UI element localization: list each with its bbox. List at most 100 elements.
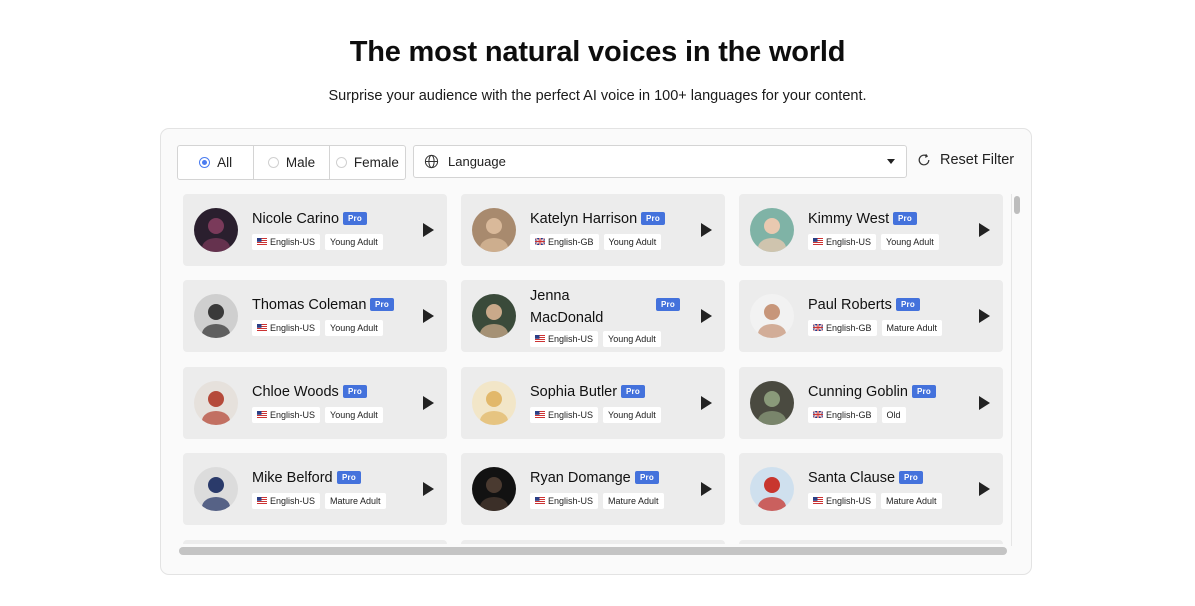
voice-name: Thomas Coleman	[252, 297, 367, 313]
avatar-head	[486, 477, 502, 493]
age-tag: Mature Adult	[881, 493, 942, 509]
avatar	[194, 294, 238, 338]
language-tag-label: English-US	[826, 237, 872, 247]
play-icon[interactable]	[423, 309, 434, 323]
avatar-head	[486, 218, 502, 234]
age-tag: Mature Adult	[881, 320, 943, 336]
us-flag-icon	[813, 234, 823, 250]
gender-option-all[interactable]: All	[178, 146, 253, 179]
voice-card[interactable]: Chloe Woods Pro English-US Young Adult	[183, 367, 447, 439]
gender-option-label: All	[217, 155, 233, 170]
gender-option-male[interactable]: Male	[253, 146, 328, 179]
voice-name: Sophia Butler	[530, 384, 618, 400]
language-tag-label: English-US	[270, 496, 316, 506]
avatar	[750, 381, 794, 425]
voice-card[interactable]: Sophia Butler Pro English-US Young Adult	[461, 367, 725, 439]
voice-card[interactable]: Paul Roberts Pro English-GB Mature Adult	[739, 280, 1003, 352]
pro-badge: Pro	[635, 471, 659, 484]
us-flag-icon	[813, 493, 823, 509]
avatar	[472, 467, 516, 511]
voice-card-partial[interactable]	[461, 540, 725, 544]
us-flag-icon	[257, 234, 267, 250]
pro-badge: Pro	[343, 212, 367, 225]
us-flag-icon	[535, 493, 545, 509]
voice-tags: English-US Young Adult	[530, 407, 661, 423]
play-icon[interactable]	[423, 396, 434, 410]
vertical-scroll-thumb[interactable]	[1014, 196, 1020, 214]
voice-card[interactable]: Mike Belford Pro English-US Mature Adult	[183, 453, 447, 525]
play-icon[interactable]	[423, 482, 434, 496]
play-icon[interactable]	[701, 482, 712, 496]
voice-tags: English-GB Old	[808, 407, 906, 423]
gb-flag-icon	[535, 234, 545, 250]
voice-card[interactable]: Kimmy West Pro English-US Young Adult	[739, 194, 1003, 266]
voice-name: Paul Roberts	[808, 297, 892, 313]
reset-filter-button[interactable]: Reset Filter	[917, 152, 1014, 168]
voice-card[interactable]: Santa Clause Pro English-US Mature Adult	[739, 453, 1003, 525]
voice-tags: English-US Mature Adult	[808, 493, 942, 509]
voice-tags: English-US Young Adult	[252, 407, 383, 423]
avatar-head	[208, 477, 224, 493]
voice-name: Santa Clause	[808, 470, 896, 486]
play-icon[interactable]	[701, 309, 712, 323]
gender-filter: All Male Female	[177, 145, 406, 180]
pro-badge: Pro	[893, 212, 917, 225]
age-tag: Young Adult	[603, 331, 661, 347]
avatar-head	[486, 304, 502, 320]
language-select[interactable]: Language	[413, 145, 907, 178]
play-icon[interactable]	[979, 223, 990, 237]
play-icon[interactable]	[979, 396, 990, 410]
play-icon[interactable]	[701, 223, 712, 237]
voice-name: Nicole Carino	[252, 211, 340, 227]
voice-name: Ryan Domange	[530, 470, 631, 486]
avatar	[194, 208, 238, 252]
radio-all[interactable]	[199, 157, 211, 168]
us-flag-icon	[257, 493, 267, 509]
horizontal-scrollbar[interactable]	[179, 547, 1007, 555]
avatar	[472, 208, 516, 252]
language-tag: English-US	[252, 493, 321, 509]
gender-option-female[interactable]: Female	[328, 146, 405, 179]
play-icon[interactable]	[423, 223, 434, 237]
age-tag: Old	[881, 407, 906, 423]
age-tag: Young Adult	[325, 320, 383, 336]
age-tag: Mature Adult	[603, 493, 664, 509]
horizontal-scroll-thumb[interactable]	[179, 547, 1007, 555]
voice-tags: English-US Young Adult	[808, 234, 939, 250]
play-icon[interactable]	[979, 482, 990, 496]
vertical-scrollbar[interactable]	[1011, 194, 1020, 546]
pro-badge: Pro	[896, 298, 920, 311]
language-tag: English-GB	[530, 234, 599, 250]
pro-badge: Pro	[641, 212, 665, 225]
voice-card-partial[interactable]	[183, 540, 447, 544]
play-icon[interactable]	[701, 396, 712, 410]
language-tag: English-US	[808, 493, 877, 509]
voice-card[interactable]: Katelyn Harrison Pro English-GB Young Adult	[461, 194, 725, 266]
voice-name: Jenna MacDonald	[530, 288, 604, 326]
chevron-down-icon	[887, 159, 895, 164]
voice-card[interactable]: Jenna MacDonald Pro English-US Young Adult	[461, 280, 725, 352]
voice-grid: Nicole Carino Pro English-US Young Adult Kat…	[183, 194, 1011, 544]
play-icon[interactable]	[979, 309, 990, 323]
radio-female[interactable]	[335, 157, 347, 168]
voice-name: Katelyn Harrison	[530, 211, 638, 227]
language-tag: English-US	[530, 331, 599, 347]
voice-card[interactable]: Cunning Goblin Pro English-GB Old	[739, 367, 1003, 439]
voice-name: Cunning Goblin	[808, 384, 908, 400]
voice-card-partial[interactable]	[739, 540, 1003, 544]
language-tag: English-US	[808, 234, 877, 250]
voice-card[interactable]: Thomas Coleman Pro English-US Young Adult	[183, 280, 447, 352]
voice-card[interactable]: Ryan Domange Pro English-US Mature Adult	[461, 453, 725, 525]
age-tag: Young Adult	[603, 407, 661, 423]
voice-tags: English-US Mature Adult	[530, 493, 664, 509]
page-subtitle: Surprise your audience with the perfect …	[328, 88, 867, 104]
radio-male[interactable]	[267, 157, 279, 168]
age-tag: Young Adult	[325, 234, 383, 250]
avatar	[750, 208, 794, 252]
avatar-head	[764, 218, 780, 234]
age-tag: Young Adult	[881, 234, 939, 250]
page-title: The most natural voices in the world	[349, 36, 846, 68]
voice-card[interactable]: Nicole Carino Pro English-US Young Adult	[183, 194, 447, 266]
avatar	[472, 294, 516, 338]
refresh-icon	[918, 154, 930, 166]
